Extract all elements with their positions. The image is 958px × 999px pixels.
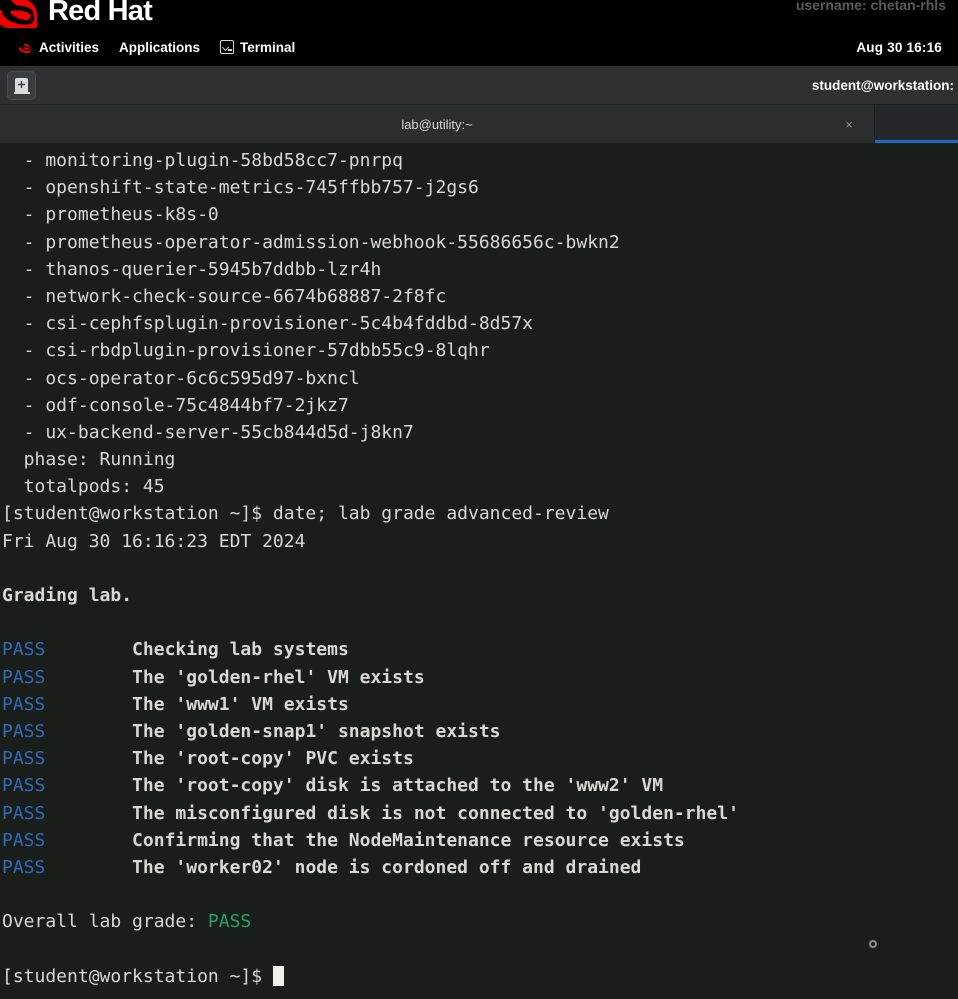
- terminal-line: PASS The 'golden-snap1' snapshot exists: [0, 718, 958, 745]
- panel-item-applications[interactable]: Applications: [109, 37, 210, 58]
- red-hat-logo: Red Hat: [0, 0, 175, 28]
- check-description: Confirming that the NodeMaintenance reso…: [45, 830, 684, 851]
- panel-activities-label: Activities: [39, 40, 99, 55]
- terminal-line: PASS Confirming that the NodeMaintenance…: [0, 827, 958, 854]
- panel-clock[interactable]: Aug 30 16:16: [856, 40, 946, 55]
- terminal-line: - ocs-operator-6c6c595d97-bxncl: [0, 365, 958, 392]
- check-description: The misconfigured disk is not connected …: [45, 803, 739, 824]
- terminal-line: - ux-backend-server-55cb844d5d-j8kn7: [0, 419, 958, 446]
- red-hat-fedora-icon: [0, 0, 46, 28]
- terminal-line: [0, 555, 958, 582]
- panel-terminal-label: Terminal: [240, 40, 295, 55]
- terminal-text: - csi-rbdplugin-provisioner-57dbb55c9-8l…: [2, 340, 490, 361]
- terminal-text: totalpods: 45: [2, 476, 165, 497]
- check-status-badge: PASS: [2, 857, 45, 878]
- terminal-line: - thanos-querier-5945b7ddbb-lzr4h: [0, 256, 958, 283]
- check-description: The 'www1' VM exists: [45, 694, 348, 715]
- terminal-text: Grading lab.: [2, 585, 132, 606]
- terminal-text: - prometheus-operator-admission-webhook-…: [2, 232, 620, 253]
- check-description: The 'root-copy' PVC exists: [45, 748, 413, 769]
- terminal-line: [0, 881, 958, 908]
- tab-lab-utility[interactable]: lab@utility:~ ×: [0, 105, 875, 143]
- terminal-output[interactable]: - monitoring-plugin-58bd58cc7-pnrpq - op…: [0, 143, 958, 999]
- window-title: student@workstation:: [36, 78, 954, 93]
- terminal-text: - openshift-state-metrics-745ffbb757-j2g…: [2, 177, 479, 198]
- overall-grade-label: Overall lab grade:: [2, 911, 208, 932]
- check-description: The 'golden-rhel' VM exists: [45, 667, 424, 688]
- terminal-line: Fri Aug 30 16:16:23 EDT 2024: [0, 528, 958, 555]
- terminal-text: Fri Aug 30 16:16:23 EDT 2024: [2, 531, 305, 552]
- terminal-text: - prometheus-k8s-0: [2, 204, 219, 225]
- terminal-text: - csi-cephfsplugin-provisioner-5c4b4fddb…: [2, 313, 533, 334]
- terminal-line: - csi-rbdplugin-provisioner-57dbb55c9-8l…: [0, 337, 958, 364]
- terminal-line: [student@workstation ~]$ date; lab grade…: [0, 500, 958, 527]
- terminal-line: PASS The 'root-copy' disk is attached to…: [0, 772, 958, 799]
- terminal-line: - prometheus-operator-admission-webhook-…: [0, 229, 958, 256]
- terminal-tab-bar: lab@utility:~ ×: [0, 105, 958, 143]
- terminal-line: totalpods: 45: [0, 473, 958, 500]
- red-hat-banner: Red Hat username: chetan-rhls: [0, 0, 958, 28]
- check-status-badge: PASS: [2, 694, 45, 715]
- check-status-badge: PASS: [2, 830, 45, 851]
- terminal-line: [0, 609, 958, 636]
- terminal-line: [student@workstation ~]$: [0, 963, 958, 990]
- check-status-badge: PASS: [2, 748, 45, 769]
- panel-item-activities[interactable]: Activities: [12, 37, 109, 58]
- check-description: Checking lab systems: [45, 639, 348, 660]
- check-status-badge: PASS: [2, 775, 45, 796]
- check-description: The 'golden-snap1' snapshot exists: [45, 721, 500, 742]
- terminal-line: PASS The 'www1' VM exists: [0, 691, 958, 718]
- banner-username-label: username: chetan-rhls: [796, 0, 946, 13]
- shell-prompt: [student@workstation ~]$: [2, 966, 273, 987]
- terminal-line: [0, 935, 958, 962]
- terminal-app-icon: [15, 78, 28, 93]
- tab-active[interactable]: [875, 105, 958, 143]
- panel-item-terminal[interactable]: Terminal: [210, 37, 305, 58]
- terminal-line: phase: Running: [0, 446, 958, 473]
- terminal-line: PASS The 'root-copy' PVC exists: [0, 745, 958, 772]
- terminal-line: - odf-console-75c4844bf7-2jkz7: [0, 392, 958, 419]
- terminal-text: - ux-backend-server-55cb844d5d-j8kn7: [2, 422, 414, 443]
- terminal-line: - network-check-source-6674b68887-2f8fc: [0, 283, 958, 310]
- terminal-line: - monitoring-plugin-58bd58cc7-pnrpq: [0, 147, 958, 174]
- window-app-menu-button[interactable]: [7, 71, 36, 100]
- red-hat-wordmark: Red Hat: [48, 0, 152, 28]
- window-header-bar: student@workstation:: [0, 66, 958, 105]
- terminal-line: Grading lab.: [0, 582, 958, 609]
- terminal-line: PASS Checking lab systems: [0, 636, 958, 663]
- terminal-line: - csi-cephfsplugin-provisioner-5c4b4fddb…: [0, 310, 958, 337]
- check-status-badge: PASS: [2, 721, 45, 742]
- terminal-text: - ocs-operator-6c6c595d97-bxncl: [2, 368, 360, 389]
- terminal-line: - prometheus-k8s-0: [0, 201, 958, 228]
- terminal-line: PASS The 'worker02' node is cordoned off…: [0, 854, 958, 881]
- text-cursor: [273, 966, 284, 986]
- terminal-prompt-icon: [220, 40, 234, 54]
- panel-applications-label: Applications: [119, 40, 200, 55]
- terminal-line: PASS The misconfigured disk is not conne…: [0, 800, 958, 827]
- tab-label: lab@utility:~: [401, 117, 472, 132]
- terminal-text: - network-check-source-6674b68887-2f8fc: [2, 286, 446, 307]
- check-status-badge: PASS: [2, 639, 45, 660]
- red-hat-mini-icon: [18, 41, 33, 54]
- desktop-screen: Red Hat username: chetan-rhls Activities…: [0, 0, 958, 999]
- terminal-text: - odf-console-75c4844bf7-2jkz7: [2, 395, 349, 416]
- terminal-text: phase: Running: [2, 449, 175, 470]
- check-status-badge: PASS: [2, 667, 45, 688]
- mouse-cursor-dot: [869, 940, 877, 948]
- check-description: The 'root-copy' disk is attached to the …: [45, 775, 663, 796]
- terminal-text: - thanos-querier-5945b7ddbb-lzr4h: [2, 259, 381, 280]
- terminal-text: - monitoring-plugin-58bd58cc7-pnrpq: [2, 150, 403, 171]
- check-status-badge: PASS: [2, 803, 45, 824]
- close-icon[interactable]: ×: [842, 117, 856, 131]
- terminal-text: [student@workstation ~]$ date; lab grade…: [2, 503, 609, 524]
- terminal-line: Overall lab grade: PASS: [0, 908, 958, 935]
- overall-grade-value: PASS: [208, 911, 251, 932]
- check-description: The 'worker02' node is cordoned off and …: [45, 857, 641, 878]
- terminal-line: PASS The 'golden-rhel' VM exists: [0, 664, 958, 691]
- gnome-top-panel: Activities Applications Terminal Aug 30 …: [0, 28, 958, 66]
- terminal-line: - openshift-state-metrics-745ffbb757-j2g…: [0, 174, 958, 201]
